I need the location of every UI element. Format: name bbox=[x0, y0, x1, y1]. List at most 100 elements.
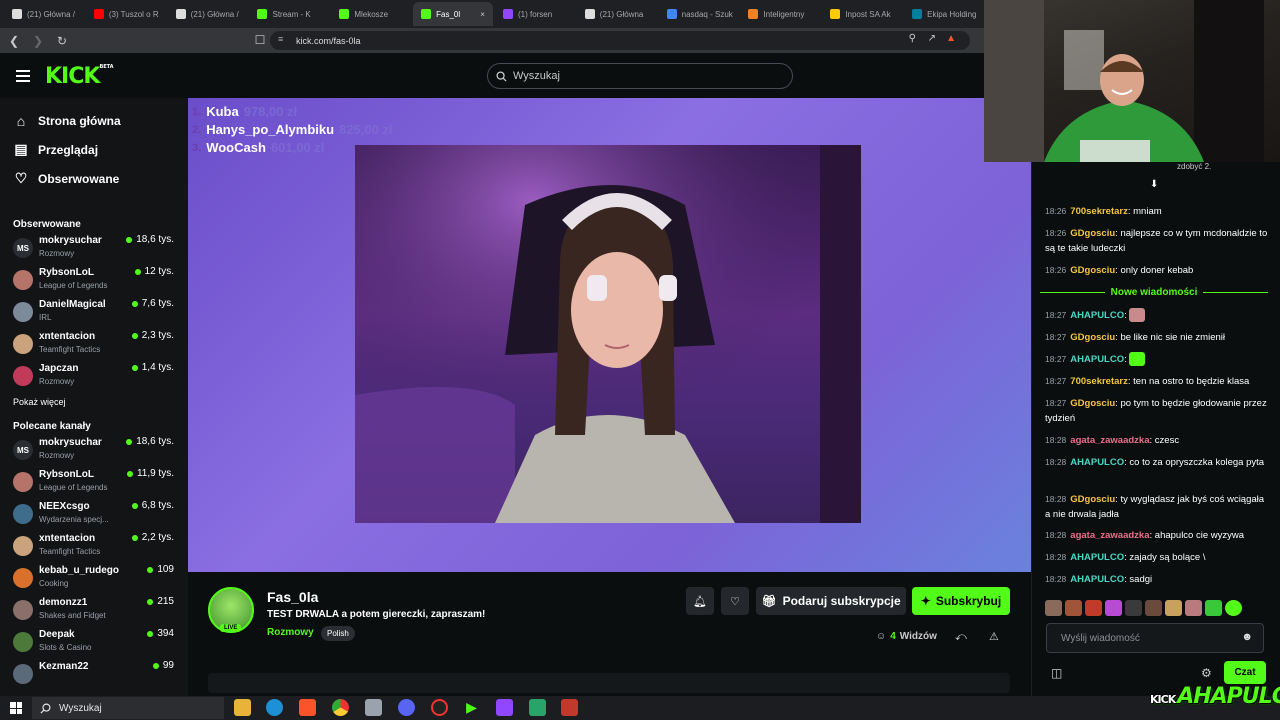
sidebar-channel-item[interactable]: NEEXcsgo Wydarzenia specj... 6,8 tys. bbox=[0, 499, 188, 531]
browser-tab[interactable]: Inpost SA Ak bbox=[822, 2, 902, 26]
show-more-link[interactable]: Pokaż więcej bbox=[0, 397, 188, 413]
site-info-icon[interactable]: ≡ bbox=[278, 34, 283, 44]
emote-icon[interactable] bbox=[1225, 600, 1242, 616]
follow-button[interactable]: ♡ bbox=[721, 587, 749, 615]
windows-start-icon[interactable] bbox=[10, 702, 22, 714]
reload-icon[interactable]: ↻ bbox=[52, 31, 72, 51]
play-icon[interactable]: ▶ bbox=[463, 699, 480, 716]
notification-bell-button[interactable]: 🔔︎ bbox=[686, 587, 714, 615]
chat-username[interactable]: GDgosciu bbox=[1070, 265, 1115, 276]
brave-icon[interactable] bbox=[299, 699, 316, 716]
chat-username[interactable]: AHAPULCO bbox=[1070, 354, 1124, 365]
send-chat-button[interactable]: Czat bbox=[1224, 661, 1266, 684]
emote-icon[interactable] bbox=[1205, 600, 1222, 616]
sidebar-channel-item[interactable]: Deepak Slots & Casino 394 bbox=[0, 627, 188, 659]
chat-username[interactable]: AHAPULCO bbox=[1070, 457, 1124, 468]
gift-subscription-button[interactable]: 🎁︎ Podaruj subskrypcje bbox=[756, 587, 906, 615]
sheet-icon[interactable] bbox=[529, 699, 546, 716]
sidebar-nav-item[interactable]: ▤ Przeglądaj bbox=[0, 135, 188, 164]
chrome-icon[interactable] bbox=[332, 699, 349, 716]
browser-tab[interactable]: (1) forsen bbox=[495, 2, 575, 26]
live-dot-icon bbox=[152, 662, 159, 669]
sidebar-nav-item[interactable]: ⌂ Strona główna bbox=[0, 106, 188, 135]
chat-username[interactable]: AHAPULCO bbox=[1070, 574, 1124, 585]
obs-icon[interactable] bbox=[431, 699, 448, 716]
chat-username[interactable]: GDgosciu bbox=[1070, 332, 1115, 343]
url-field[interactable]: ≡ kick.com/fas-0la ⚲ ↗ ▲ bbox=[270, 31, 970, 50]
browser-tab[interactable]: Mlekosze bbox=[331, 2, 411, 26]
browser-tab[interactable]: (21) Główna / bbox=[4, 2, 84, 26]
chat-message-input[interactable]: Wyślij wiadomość ☻ bbox=[1046, 623, 1264, 653]
chat-username[interactable]: GDgosciu bbox=[1070, 398, 1115, 409]
channel-name: mokrysuchar bbox=[39, 437, 102, 448]
scroll-to-bottom-icon[interactable]: ⬇ bbox=[1150, 179, 1158, 190]
subscribe-button[interactable]: ✦ Subskrybuj bbox=[912, 587, 1010, 615]
sidebar-channel-item[interactable]: xntentacion Teamfight Tactics 2,3 tys. bbox=[0, 329, 188, 361]
chat-username[interactable]: 700sekretarz bbox=[1070, 376, 1128, 387]
emote-icon[interactable] bbox=[1125, 600, 1142, 616]
sidebar-channel-item[interactable]: RybsonLoL League of Legends 12 tys. bbox=[0, 265, 188, 297]
app-icon[interactable] bbox=[561, 699, 578, 716]
browser-tab[interactable]: Stream - K bbox=[249, 2, 329, 26]
back-icon[interactable]: ❮ bbox=[4, 31, 24, 51]
emote-icon[interactable] bbox=[1145, 600, 1162, 616]
chat-settings-icon[interactable]: ⚙ bbox=[1201, 666, 1212, 680]
browser-tab[interactable]: Inteligentny bbox=[740, 2, 820, 26]
sidebar-nav-item[interactable]: ♡ Obserwowane bbox=[0, 164, 188, 193]
kick-logo[interactable]: KICKBETA bbox=[45, 64, 114, 89]
app-icon[interactable] bbox=[365, 699, 382, 716]
emoji-picker-icon[interactable]: ☻ bbox=[1241, 631, 1253, 643]
browser-tab[interactable]: (21) Główna bbox=[577, 2, 657, 26]
discord-icon[interactable] bbox=[398, 699, 415, 716]
search-input[interactable]: Wyszukaj bbox=[487, 63, 793, 89]
chat-rules-icon[interactable]: ◫ bbox=[1051, 666, 1062, 680]
browser-tab[interactable]: Ekipa Holding bbox=[904, 2, 984, 26]
sidebar-channel-item[interactable]: Kezman22 99 bbox=[0, 659, 188, 691]
report-icon[interactable]: ⚠ bbox=[989, 630, 999, 643]
browser-tab[interactable]: nasdaq - Szuk bbox=[659, 2, 739, 26]
chat-username[interactable]: AHAPULCO bbox=[1070, 552, 1124, 563]
edge-icon[interactable] bbox=[266, 699, 283, 716]
emote-icon[interactable] bbox=[1045, 600, 1062, 616]
taskbar-search-input[interactable]: Wyszukaj bbox=[32, 697, 224, 719]
zoom-icon[interactable]: ⚲ bbox=[909, 33, 916, 44]
live-dot-icon bbox=[126, 438, 133, 445]
browser-tab[interactable]: Fas_0l × bbox=[413, 2, 493, 26]
viewer-count: 2,3 tys. bbox=[141, 330, 174, 341]
share-icon[interactable]: ↗ bbox=[928, 33, 936, 44]
sidebar-channel-item[interactable]: RybsonLoL League of Legends 11,9 tys. bbox=[0, 467, 188, 499]
browser-tab[interactable]: (21) Główna / bbox=[168, 2, 248, 26]
bookmark-icon[interactable]: ☐ bbox=[250, 30, 270, 50]
close-tab-icon[interactable]: × bbox=[480, 10, 485, 19]
chat-username[interactable]: agata_zawaadzka bbox=[1070, 530, 1149, 541]
menu-icon[interactable] bbox=[16, 70, 30, 82]
emote-icon[interactable] bbox=[1065, 600, 1082, 616]
file-explorer-icon[interactable] bbox=[234, 699, 251, 716]
emote-icon[interactable] bbox=[1185, 600, 1202, 616]
brave-shield-icon[interactable]: ▲ bbox=[946, 33, 956, 44]
leaderboard-amount: 825,00 zł bbox=[339, 122, 393, 137]
sidebar-channel-item[interactable]: DanielMagical IRL 7,6 tys. bbox=[0, 297, 188, 329]
channel-name[interactable]: Fas_0la bbox=[267, 589, 318, 605]
stream-category-link[interactable]: Rozmowy bbox=[267, 627, 314, 638]
browser-tab[interactable]: (3) Tuszol o R bbox=[86, 2, 166, 26]
emote-icon[interactable] bbox=[1105, 600, 1122, 616]
sidebar-channel-item[interactable]: demonzz1 Shakes and Fidget 215 bbox=[0, 595, 188, 627]
channel-viewers: 6,8 tys. bbox=[131, 500, 174, 511]
chat-username[interactable]: 700sekretarz bbox=[1070, 206, 1128, 217]
chat-username[interactable]: GDgosciu bbox=[1070, 494, 1115, 505]
sidebar-channel-item[interactable]: Japczan Rozmowy 1,4 tys. bbox=[0, 361, 188, 393]
sidebar-channel-item[interactable]: xntentacion Teamfight Tactics 2,2 tys. bbox=[0, 531, 188, 563]
twitch-icon[interactable] bbox=[496, 699, 513, 716]
forward-icon[interactable]: ❯ bbox=[28, 31, 48, 51]
sidebar-channel-item[interactable]: kebab_u_rudego Cooking 109 bbox=[0, 563, 188, 595]
sidebar-channel-item[interactable]: MS mokrysuchar Rozmowy 18,6 tys. bbox=[0, 435, 188, 467]
emote-icon[interactable] bbox=[1085, 600, 1102, 616]
sidebar-channel-item[interactable]: MS mokrysuchar Rozmowy 18,6 tys. bbox=[0, 233, 188, 265]
stream-tag[interactable]: Polish bbox=[321, 626, 355, 641]
emote-icon[interactable] bbox=[1165, 600, 1182, 616]
chat-username[interactable]: GDgosciu bbox=[1070, 228, 1115, 239]
share-icon[interactable]: ⤺ bbox=[955, 631, 967, 644]
chat-username[interactable]: agata_zawaadzka bbox=[1070, 435, 1149, 446]
chat-username[interactable]: AHAPULCO bbox=[1070, 310, 1124, 321]
